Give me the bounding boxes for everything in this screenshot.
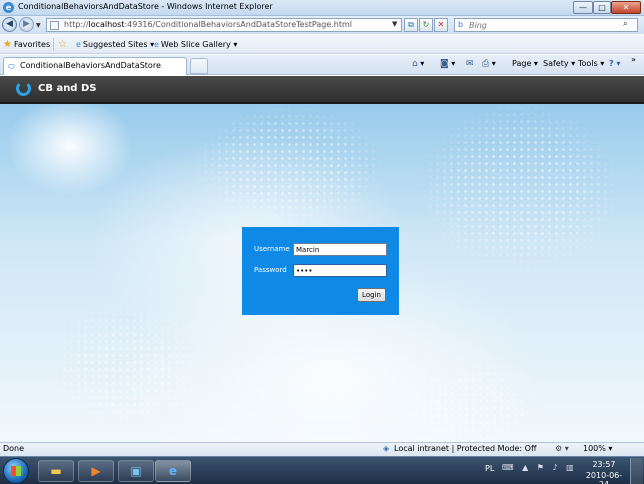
address-url[interactable]: http://localhost:49316/ConditionalBehavi… bbox=[64, 20, 352, 29]
url-host: localhost bbox=[88, 20, 125, 29]
taskbar-media-player-button[interactable]: ▶ bbox=[78, 460, 114, 482]
ie-page-icon: e bbox=[76, 40, 81, 49]
photo-gallery-icon: ▣ bbox=[130, 464, 142, 478]
password-label: Password bbox=[254, 266, 287, 274]
add-favorite-star-icon: ☆ bbox=[58, 39, 67, 50]
clock-date[interactable]: 2010-06-24 bbox=[584, 471, 624, 484]
search-input[interactable] bbox=[469, 19, 619, 31]
volume-icon[interactable]: ♪ bbox=[553, 463, 561, 472]
taskbar-explorer-button[interactable]: ▬ bbox=[38, 460, 74, 482]
maximize-button[interactable]: □ bbox=[593, 1, 611, 14]
favorites-separator bbox=[53, 38, 54, 51]
windows-logo-icon bbox=[11, 466, 21, 476]
close-window-button[interactable]: ✕ bbox=[611, 1, 641, 14]
address-bar[interactable]: http://localhost:49316/ConditionalBehavi… bbox=[46, 18, 402, 32]
page-content: CB and DS Username Password Login bbox=[0, 76, 644, 442]
tools-menu[interactable]: Tools ▾ bbox=[578, 59, 604, 72]
taskbar-photo-gallery-button[interactable]: ▣ bbox=[118, 460, 154, 482]
notification-area[interactable]: ⌨ ▲ ⚑ ♪ ▥ bbox=[502, 463, 577, 472]
compatibility-view-button[interactable]: ⧉ bbox=[404, 18, 418, 32]
taskbar: ▬ ▶ ▣ e PL ⌨ ▲ ⚑ ♪ ▥ 23:57 2010-06-24 bbox=[0, 456, 644, 484]
printer-icon: ⎙ bbox=[482, 59, 490, 69]
password-field[interactable] bbox=[293, 264, 387, 277]
site-header: CB and DS bbox=[0, 76, 644, 104]
url-prefix: http:// bbox=[64, 20, 89, 29]
start-button[interactable] bbox=[3, 458, 29, 484]
window-title: ConditionalBehaviorsAndDataStore - Windo… bbox=[18, 2, 273, 11]
language-indicator[interactable]: PL bbox=[485, 464, 494, 473]
site-title: CB and DS bbox=[38, 83, 97, 94]
network-icon[interactable]: ▥ bbox=[566, 463, 577, 472]
refresh-button[interactable]: ↻ bbox=[419, 18, 433, 32]
decorative-dot-pattern bbox=[40, 296, 210, 442]
status-bar: Done ◈ Local intranet | Protected Mode: … bbox=[0, 442, 644, 456]
folder-icon: ▬ bbox=[50, 464, 62, 478]
ie-icon: e bbox=[168, 464, 178, 478]
suggested-sites-link[interactable]: e Suggested Sites ▾ bbox=[76, 38, 154, 51]
login-button[interactable]: Login bbox=[357, 288, 386, 302]
new-tab-button[interactable] bbox=[190, 58, 208, 74]
favorites-button[interactable]: ★ Favorites bbox=[3, 38, 50, 51]
tab-page-icon: ⬭ bbox=[8, 62, 15, 71]
window-titlebar: e ConditionalBehaviorsAndDataStore - Win… bbox=[0, 0, 644, 16]
safety-menu[interactable]: Safety ▾ bbox=[543, 59, 575, 72]
add-to-favorites-bar-button[interactable]: ☆ bbox=[58, 38, 67, 51]
search-box[interactable]: b ⌕ bbox=[454, 18, 638, 32]
navigation-bar: ◀ ▶ ▼ http://localhost:49316/Conditional… bbox=[0, 16, 644, 34]
url-path: :49316/ConditionalBehaviorsAndDataStoreT… bbox=[124, 20, 353, 29]
web-slice-icon: e bbox=[154, 40, 159, 49]
mail-icon: ✉ bbox=[466, 59, 474, 69]
rss-feed-icon: ◙ bbox=[440, 59, 449, 69]
web-slice-gallery-link[interactable]: e Web Slice Gallery ▾ bbox=[154, 38, 237, 51]
home-button[interactable]: ⌂ ▾ bbox=[412, 59, 424, 72]
clock-time[interactable]: 23:57 bbox=[584, 460, 624, 469]
zoom-level[interactable]: 100% ▾ bbox=[583, 444, 612, 453]
media-player-icon: ▶ bbox=[91, 464, 101, 478]
intranet-zone-icon: ◈ bbox=[383, 444, 390, 453]
action-center-icon[interactable]: ⚑ bbox=[537, 463, 547, 472]
decorative-dot-pattern bbox=[420, 104, 620, 274]
read-mail-button[interactable]: ✉ bbox=[466, 59, 474, 72]
page-menu[interactable]: Page ▾ bbox=[512, 59, 538, 72]
site-logo-icon bbox=[16, 81, 31, 96]
protected-mode-icon[interactable]: ⚙ ▾ bbox=[555, 444, 569, 453]
favorites-label: Favorites bbox=[13, 40, 51, 49]
page-icon bbox=[50, 21, 59, 30]
tab-bar: ⬭ ConditionalBehaviorsAndDataStore ⌂ ▾ ◙… bbox=[0, 55, 644, 75]
minimize-button[interactable]: — bbox=[573, 1, 593, 14]
toolbar-overflow-button[interactable]: » bbox=[631, 55, 636, 68]
keyboard-icon[interactable]: ⌨ bbox=[502, 463, 517, 472]
favorites-bar: ★ Favorites ☆ e Suggested Sites ▾ e Web … bbox=[0, 35, 644, 54]
print-button[interactable]: ⎙ ▾ bbox=[482, 59, 496, 72]
forward-button[interactable]: ▶ bbox=[19, 17, 34, 32]
back-button[interactable]: ◀ bbox=[2, 17, 17, 32]
taskbar-ie-button[interactable]: e bbox=[155, 460, 191, 482]
home-icon: ⌂ bbox=[412, 59, 418, 69]
ie-logo-icon: e bbox=[3, 2, 14, 13]
suggested-sites-label: Suggested Sites ▾ bbox=[82, 40, 155, 49]
web-slice-gallery-label: Web Slice Gallery ▾ bbox=[160, 40, 238, 49]
security-zone[interactable]: Local intranet | Protected Mode: Off bbox=[394, 444, 536, 453]
tab-conditionalbehaviors[interactable]: ⬭ ConditionalBehaviorsAndDataStore bbox=[3, 57, 187, 75]
username-label: Username bbox=[254, 245, 290, 253]
show-desktop-button[interactable] bbox=[630, 458, 643, 484]
login-panel: Username Password Login bbox=[242, 227, 399, 315]
tab-label: ConditionalBehaviorsAndDataStore bbox=[20, 61, 161, 70]
decorative-dot-pattern bbox=[195, 106, 385, 226]
search-icon[interactable]: ⌕ bbox=[623, 19, 628, 29]
stop-button[interactable]: ✕ bbox=[434, 18, 448, 32]
recent-pages-dropdown-icon[interactable]: ▼ bbox=[36, 22, 41, 29]
help-menu[interactable]: ? ▾ bbox=[609, 59, 620, 72]
feeds-button[interactable]: ◙ ▾ bbox=[440, 59, 455, 72]
status-text: Done bbox=[3, 444, 25, 453]
decorative-dot-pattern bbox=[400, 356, 550, 442]
favorites-star-icon: ★ bbox=[3, 39, 12, 50]
username-field[interactable] bbox=[293, 243, 387, 256]
bing-icon: b bbox=[458, 20, 464, 29]
show-hidden-icons-icon[interactable]: ▲ bbox=[522, 463, 531, 472]
address-dropdown-icon[interactable]: ▼ bbox=[392, 20, 397, 28]
